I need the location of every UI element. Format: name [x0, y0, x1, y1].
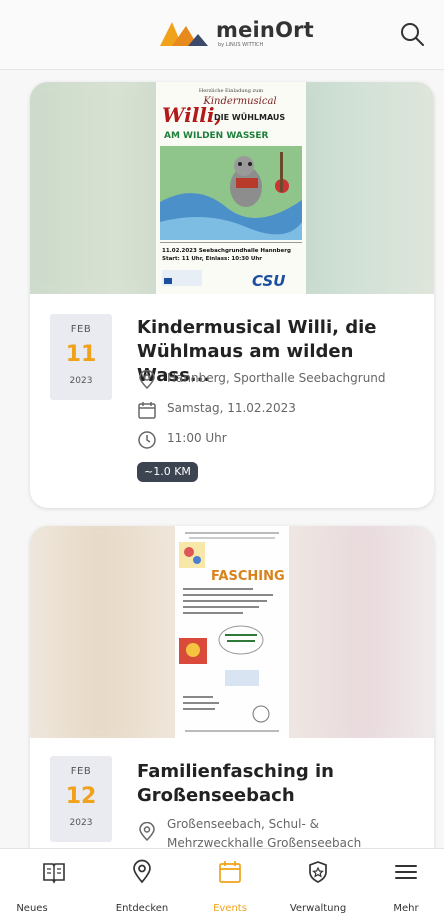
tab-label: Verwaltung: [289, 903, 347, 914]
event-title[interactable]: Familienfasching in Großenseebach: [137, 760, 417, 808]
event-date-box: FEB 12 2023: [50, 756, 112, 842]
event-card[interactable]: FASCHING FEB 12 2023 Familienfasching in…: [30, 526, 434, 848]
clock-icon: [138, 431, 156, 449]
event-image: FASCHING: [30, 526, 434, 738]
event-year: 2023: [69, 376, 93, 386]
event-location-text: Großenseebach, Schul- & Mehrzweckhalle G…: [167, 817, 362, 848]
logo-mark-icon: [160, 22, 208, 46]
event-location-text: Hannberg, Sporthalle Seebachgrund: [167, 371, 386, 385]
event-time-text: 11:00 Uhr: [167, 431, 227, 445]
event-title-line-1: Kindermusical Willi, die: [137, 317, 377, 338]
tab-entdecken[interactable]: Entdecken: [98, 849, 186, 917]
event-date-box: FEB 11 2023: [50, 314, 112, 400]
event-image: Herzliche Einladung zum Kindermusical Wi…: [30, 82, 434, 294]
event-date-text: Samstag, 11.02.2023: [167, 401, 296, 415]
book-icon: [43, 863, 65, 884]
event-time: 11:00 Uhr: [137, 428, 427, 452]
map-pin-icon: [139, 822, 155, 842]
tab-events[interactable]: Events: [186, 849, 274, 917]
menu-icon: [395, 865, 417, 879]
event-day: 12: [65, 784, 97, 809]
event-poster: FASCHING: [175, 526, 289, 738]
event-year: 2023: [69, 818, 93, 828]
event-title-line-1: Familienfasching in: [137, 761, 334, 782]
poster-sponsor: CSU: [252, 272, 285, 290]
logo-subtitle: by LINUS WITTICH: [218, 42, 264, 48]
map-pin-icon: [139, 370, 155, 390]
poster-headline: FASCHING: [211, 569, 285, 584]
bottom-tab-bar: Neues Entdecken Events Verwaltung Mehr: [0, 848, 444, 917]
tab-label: Entdecken: [115, 903, 169, 914]
poster-title-a: Willi,: [162, 103, 221, 127]
tab-label: Events: [213, 903, 247, 914]
meinort-logo[interactable]: meinOrt by LINUS WITTICH: [158, 14, 318, 54]
event-month: FEB: [70, 766, 92, 777]
event-date: Samstag, 11.02.2023: [137, 398, 427, 422]
search-icon: [401, 23, 424, 46]
tab-label: Mehr: [393, 903, 419, 914]
event-title-line-2: Großenseebach: [137, 785, 295, 806]
tab-verwaltung[interactable]: Verwaltung: [274, 849, 362, 917]
poster-footer-2: Start: 11 Uhr, Einlass: 10:30 Uhr: [162, 256, 262, 262]
poster-footer-1: 11.02.2023 Seebachgrundhalle Hannberg: [162, 248, 291, 254]
distance-badge: ~1.0 KM: [137, 462, 198, 482]
calendar-icon: [138, 402, 156, 419]
event-feed[interactable]: Herzliche Einladung zum Kindermusical Wi…: [0, 70, 444, 848]
event-month: FEB: [70, 324, 92, 335]
logo-text: meinOrt: [216, 18, 314, 42]
event-location: Großenseebach, Schul- & Mehrzweckhalle G…: [137, 812, 427, 848]
poster-invite: Herzliche Einladung zum: [199, 88, 263, 94]
event-day: 11: [65, 342, 97, 367]
event-location: Hannberg, Sporthalle Seebachgrund: [137, 368, 427, 392]
tab-mehr[interactable]: Mehr: [362, 849, 444, 917]
calendar-icon: [219, 861, 241, 883]
map-pin-icon: [133, 859, 151, 884]
event-poster: Herzliche Einladung zum Kindermusical Wi…: [156, 82, 306, 294]
poster-title-b: DIE WÜHLMAUS: [214, 112, 285, 122]
event-card[interactable]: Herzliche Einladung zum Kindermusical Wi…: [30, 82, 434, 508]
tab-label: Neues: [16, 903, 48, 914]
poster-title-c: AM WILDEN WASSER: [164, 131, 269, 141]
app-header: meinOrt by LINUS WITTICH: [0, 0, 444, 70]
shield-icon: [309, 861, 327, 883]
tab-neues[interactable]: Neues: [10, 849, 98, 917]
search-button[interactable]: [398, 20, 426, 48]
